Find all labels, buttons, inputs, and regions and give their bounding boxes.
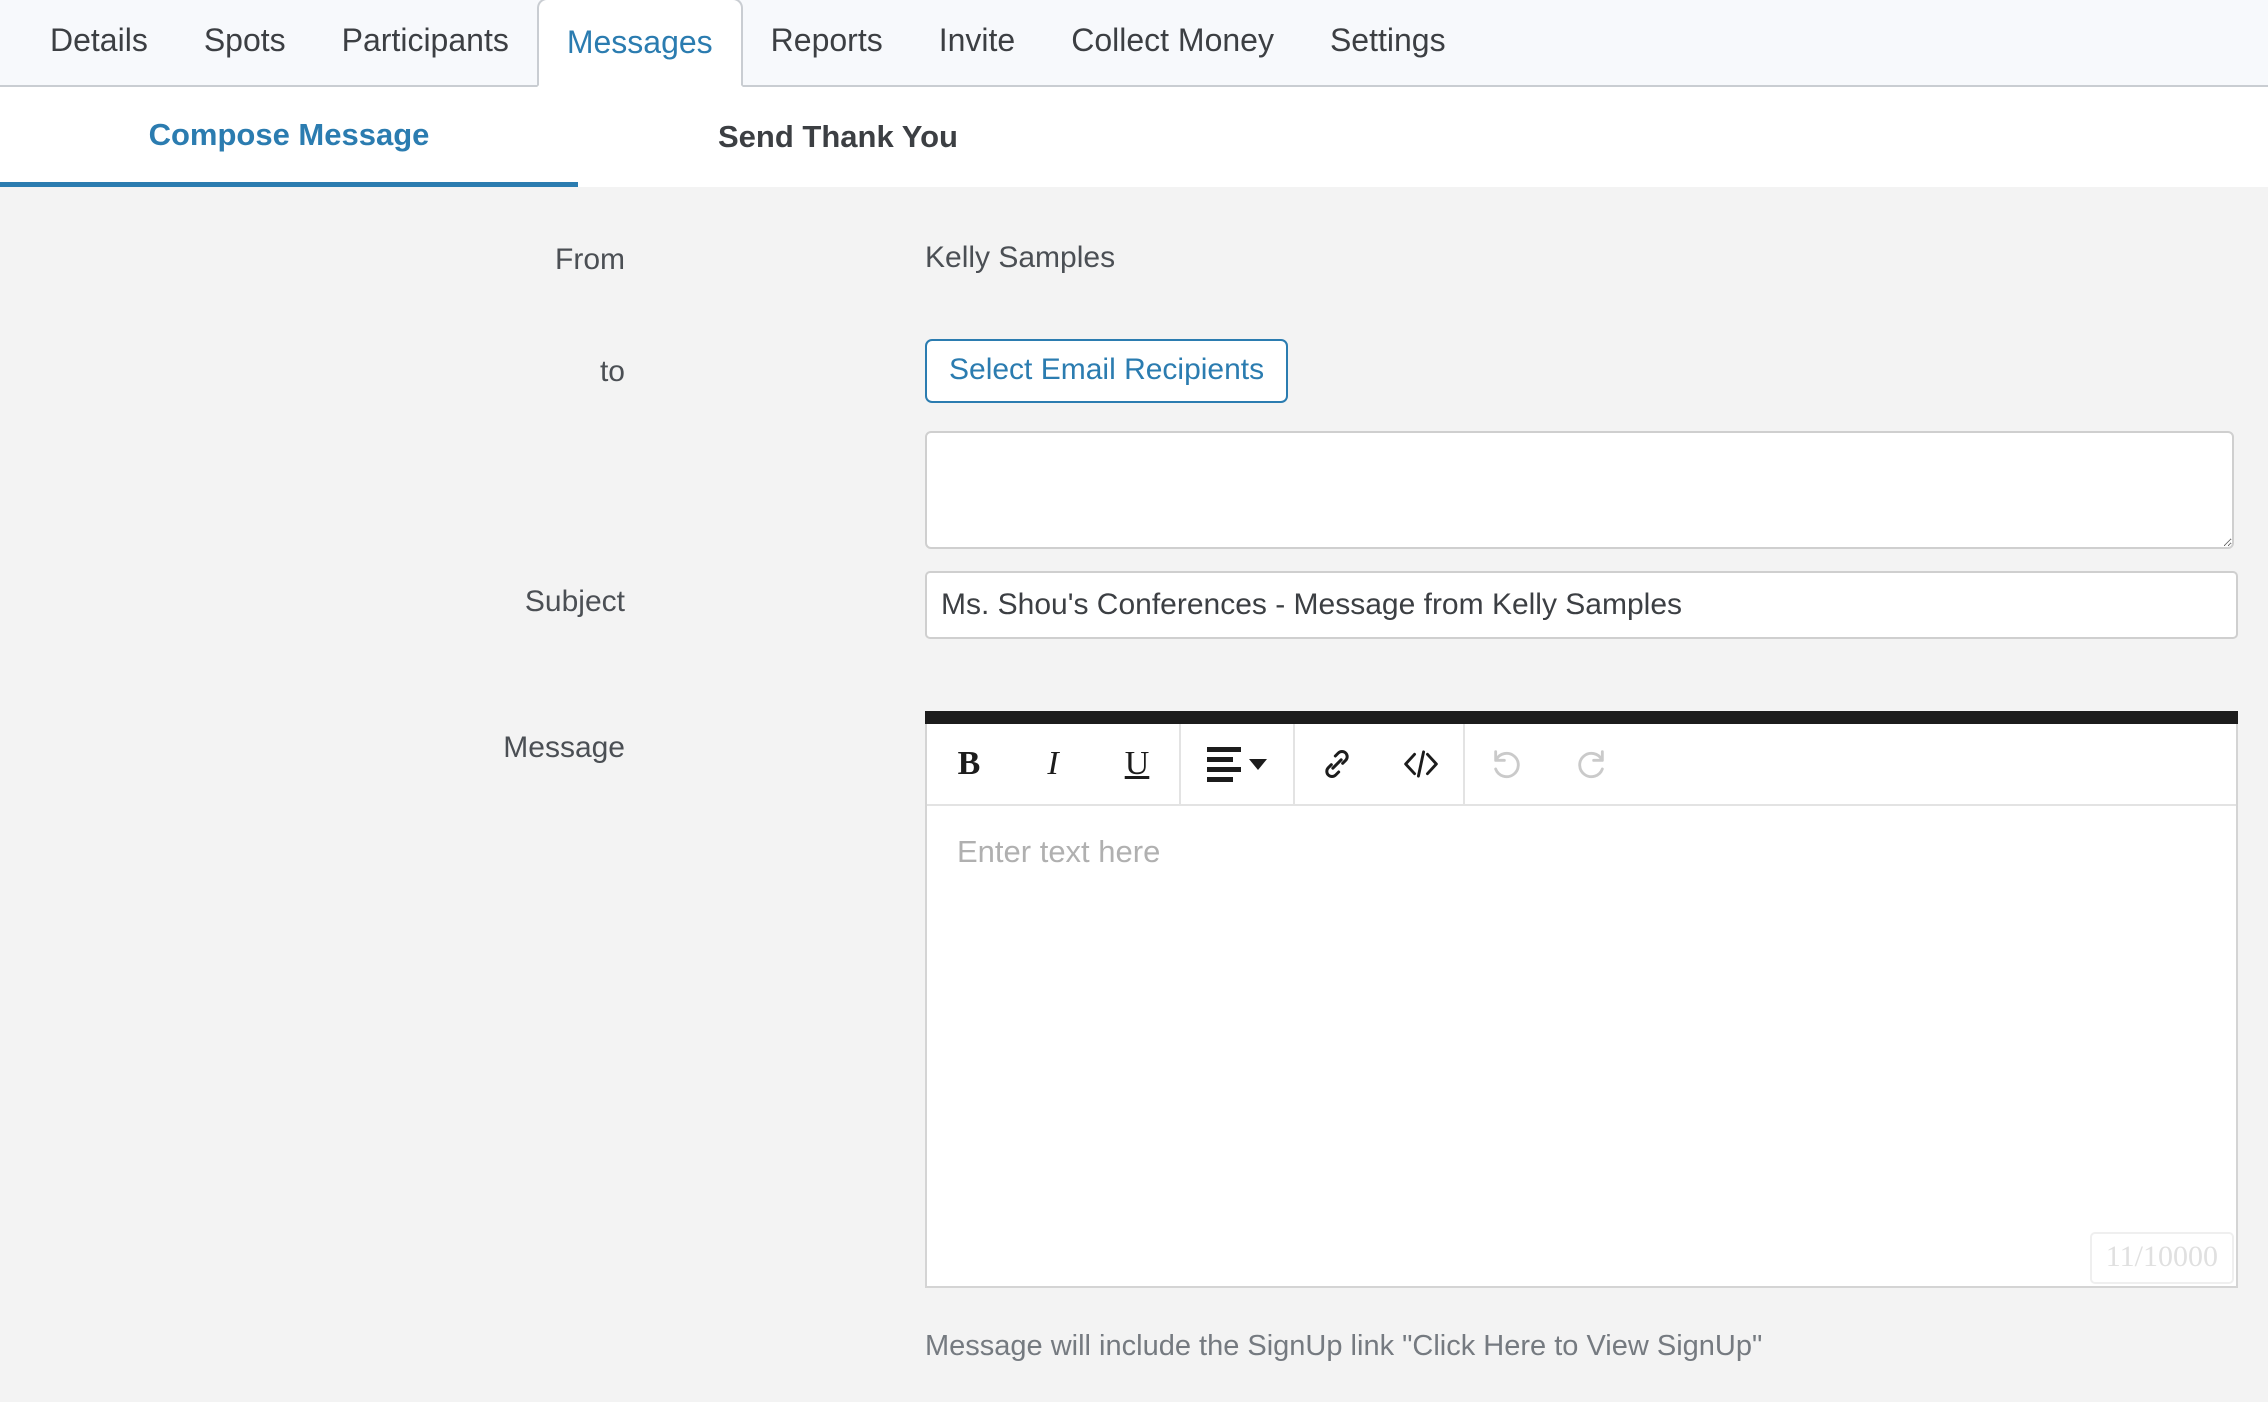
undo-icon[interactable] (1465, 724, 1549, 804)
message-body-input[interactable]: Enter text here 11/10000 (927, 806, 2236, 1286)
rich-text-editor: B I U Enter text here 11/10000 (925, 724, 2238, 1288)
chevron-down-icon (1249, 758, 1267, 770)
from-label: From (555, 243, 625, 276)
tab-spots[interactable]: Spots (176, 0, 314, 85)
signup-link-note: Message will include the SignUp link "Cl… (925, 1330, 1763, 1362)
message-row: Message B I U Enter text here 11/10000 M… (0, 711, 2268, 1363)
message-field-wrap: B I U Enter text here 11/10000 Message w… (925, 711, 2238, 1363)
tab-participants[interactable]: Participants (314, 0, 537, 85)
subject-label: Subject (524, 585, 625, 618)
tab-settings[interactable]: Settings (1302, 0, 1474, 85)
align-bars-glyph (1207, 746, 1241, 782)
from-value-wrap: Kelly Samples (925, 243, 1115, 273)
select-email-recipients-button[interactable]: Select Email Recipients (925, 339, 1289, 403)
compose-message-form: From Kelly Samples to Select Email Recip… (0, 187, 2268, 1402)
to-row: to Select Email Recipients (0, 339, 2268, 431)
align-left-icon[interactable] (1181, 724, 1293, 804)
character-counter: 11/10000 (2089, 1232, 2234, 1284)
secondary-tab-bar: Compose Message Send Thank You (0, 87, 2268, 187)
to-label: to (599, 355, 625, 388)
bold-icon[interactable]: B (927, 724, 1011, 804)
link-icon[interactable] (1295, 724, 1379, 804)
italic-icon[interactable]: I (1011, 724, 1095, 804)
tab-compose-message[interactable]: Compose Message (0, 87, 578, 187)
underline-icon[interactable]: U (1095, 724, 1179, 804)
subject-input[interactable] (925, 571, 2238, 639)
recipients-input[interactable] (925, 431, 2234, 549)
tab-reports[interactable]: Reports (743, 0, 911, 85)
editor-toolbar: B I U (927, 724, 2236, 806)
to-field-wrap: Select Email Recipients (925, 339, 1289, 403)
recipients-row (0, 431, 2268, 571)
message-label: Message (503, 731, 625, 764)
tab-collect-money[interactable]: Collect Money (1043, 0, 1302, 85)
tab-send-thank-you[interactable]: Send Thank You (678, 87, 998, 187)
redo-icon[interactable] (1549, 724, 1633, 804)
code-icon[interactable] (1379, 724, 1463, 804)
editor-top-accent-bar (925, 711, 2238, 724)
message-placeholder: Enter text here (957, 834, 1161, 869)
from-value: Kelly Samples (925, 241, 1116, 274)
subject-field-wrap (925, 571, 2238, 639)
from-row: From Kelly Samples (0, 243, 2268, 339)
subject-row: Subject (0, 571, 2268, 711)
tab-details[interactable]: Details (22, 0, 176, 85)
recipients-field-wrap (925, 431, 2234, 549)
tab-invite[interactable]: Invite (911, 0, 1043, 85)
tab-messages[interactable]: Messages (536, 0, 743, 87)
primary-tab-bar: Details Spots Participants Messages Repo… (0, 0, 2268, 87)
